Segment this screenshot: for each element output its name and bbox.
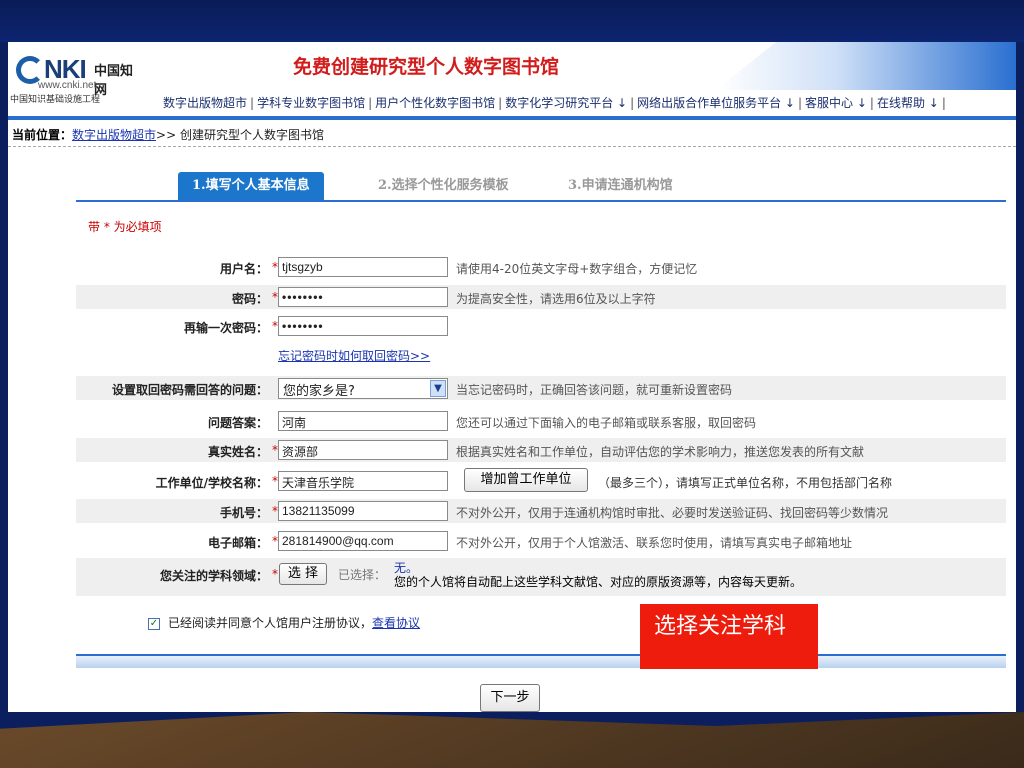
nav-item-learning-platform[interactable]: 数字化学习研究平台 ↓ bbox=[502, 96, 630, 110]
row-password: 密码： * •••••••• 为提高安全性，请选用6位及以上字符 bbox=[76, 285, 1006, 309]
forgot-password-link[interactable]: 忘记密码时如何取回密码>> bbox=[278, 347, 430, 364]
step-tabs: 1.填写个人基本信息 2.选择个性化服务模板 3.申请连通机构馆 bbox=[76, 172, 1006, 202]
username-label: 用户名： bbox=[219, 262, 268, 276]
row-phone: 手机号： * 13821135099 不对外公开，仅用于连通机构馆时审批、必要时… bbox=[76, 499, 1006, 523]
password-hint: 为提高安全性，请选用6位及以上字符 bbox=[456, 292, 656, 306]
phone-input[interactable]: 13821135099 bbox=[278, 501, 448, 521]
next-button[interactable]: 下一步 bbox=[480, 684, 540, 712]
slide-background-bottom bbox=[0, 712, 1024, 768]
organization-input[interactable]: 天津音乐学院 bbox=[278, 471, 448, 491]
answer-hint: 您还可以通过下面输入的电子邮箱或联系客服，取回密码 bbox=[456, 416, 757, 430]
nav-item-subject-library[interactable]: 学科专业数字图书馆 bbox=[254, 96, 368, 110]
answer-label: 问题答案： bbox=[207, 416, 268, 430]
phone-hint: 不对外公开，仅用于连通机构馆时审批、必要时发送验证码、找回密码等少数情况 bbox=[456, 506, 889, 520]
organization-label: 工作单位/学校名称： bbox=[155, 476, 268, 490]
nav-item-help[interactable]: 在线帮助 ↓ bbox=[874, 96, 942, 110]
question-selected: 您的家乡是? bbox=[283, 384, 355, 399]
form-footer-bar bbox=[76, 654, 1006, 668]
row-realname: 真实姓名： * 资源部 根据真实姓名和工作单位，自动评估您的学术影响力，推送您发… bbox=[76, 438, 1006, 462]
header-swoosh bbox=[716, 42, 1016, 90]
question-label: 设置取回密码需回答的问题： bbox=[111, 383, 268, 397]
top-nav: 数字出版物超市 | 学科专业数字图书馆 | 用户个性化数字图书馆 | 数字化学习研究平台 ↓… bbox=[160, 94, 946, 111]
page-title: 免费创建研究型个人数字图书馆 bbox=[293, 56, 560, 78]
tab-step-1[interactable]: 1.填写个人基本信息 bbox=[178, 172, 324, 200]
screenshot-window: NKI 中国知网 www.cnki.net 中国知识基础设施工程 免费创建研究型… bbox=[8, 42, 1016, 712]
password-confirm-input[interactable]: •••••••• bbox=[278, 316, 448, 336]
row-username: 用户名： * tjtsgzyb 请使用4-20位英文字母+数字组合，方便记忆 bbox=[76, 255, 1006, 279]
cnki-logo[interactable]: NKI 中国知网 www.cnki.net 中国知识基础设施工程 bbox=[10, 54, 134, 105]
selected-label: 已选择： bbox=[338, 568, 387, 582]
row-forgot: 忘记密码时如何取回密码>> bbox=[76, 342, 1006, 366]
annotation-callout: 选择关注学科 bbox=[640, 604, 818, 669]
nav-item-service-center[interactable]: 客服中心 ↓ bbox=[802, 96, 870, 110]
email-label: 电子邮箱： bbox=[207, 536, 268, 550]
row-organization: 工作单位/学校名称： * 天津音乐学院 增加曾工作单位 （最多三个），请填写正式… bbox=[76, 468, 1006, 493]
question-hint: 当忘记密码时，正确回答该问题，就可重新设置密码 bbox=[456, 383, 733, 397]
divider bbox=[8, 146, 1016, 147]
nav-underline bbox=[8, 116, 1016, 120]
page-header: NKI 中国知网 www.cnki.net 中国知识基础设施工程 免费创建研究型… bbox=[8, 42, 1016, 122]
organization-hint: （最多三个），请填写正式单位名称，不用包括部门名称 bbox=[598, 476, 893, 490]
agreement-text: 已经阅读并同意个人馆用户注册协议， bbox=[168, 616, 373, 630]
username-input[interactable]: tjtsgzyb bbox=[278, 257, 448, 277]
password-confirm-label: 再输一次密码： bbox=[183, 321, 268, 335]
realname-label: 真实姓名： bbox=[207, 445, 268, 459]
row-subject: 您关注的学科领域： * 选 择 已选择： 无。 您的个人馆将自动配上这些学科文献… bbox=[76, 558, 1006, 596]
agreement: ✓ 已经阅读并同意个人馆用户注册协议，查看协议 bbox=[148, 614, 420, 631]
nav-item-partner-platform[interactable]: 网络出版合作单位服务平台 ↓ bbox=[634, 96, 798, 110]
answer-input[interactable]: 河南 bbox=[278, 411, 448, 431]
tab-step-2[interactable]: 2.选择个性化服务模板 bbox=[378, 172, 509, 200]
row-email: 电子邮箱： * 281814900@qq.com 不对外公开，仅用于个人馆激活、… bbox=[76, 529, 1006, 553]
logo-url: www.cnki.net bbox=[38, 80, 97, 91]
chevron-down-icon[interactable]: ▼ bbox=[430, 380, 446, 397]
row-password-confirm: 再输一次密码： * •••••••• bbox=[76, 314, 1006, 338]
required-star: * bbox=[272, 567, 278, 581]
nav-item-digital-market[interactable]: 数字出版物超市 bbox=[160, 96, 250, 110]
email-input[interactable]: 281814900@qq.com bbox=[278, 531, 448, 551]
select-subject-button[interactable]: 选 择 bbox=[279, 563, 327, 585]
realname-input[interactable]: 资源部 bbox=[278, 440, 448, 460]
view-agreement-link[interactable]: 查看协议 bbox=[372, 616, 420, 630]
question-select[interactable]: 您的家乡是? ▼ bbox=[278, 378, 448, 399]
breadcrumb-link[interactable]: 数字出版物超市 bbox=[72, 128, 156, 142]
logo-sub: 中国知识基础设施工程 bbox=[10, 95, 101, 105]
add-organization-button[interactable]: 增加曾工作单位 bbox=[464, 468, 588, 492]
username-hint: 请使用4-20位英文字母+数字组合，方便记忆 bbox=[456, 262, 698, 276]
subject-hint: 您的个人馆将自动配上这些学科文献馆、对应的原版资源等，内容每天更新。 bbox=[394, 575, 803, 589]
breadcrumb-label: 当前位置： bbox=[12, 128, 73, 142]
breadcrumb-current: >> 创建研究型个人数字图书馆 bbox=[156, 128, 324, 142]
required-note: 带 * 为必填项 bbox=[88, 220, 162, 234]
row-answer: 问题答案： 河南 您还可以通过下面输入的电子邮箱或联系客服，取回密码 bbox=[76, 409, 1006, 433]
email-hint: 不对外公开，仅用于个人馆激活、联系您时使用，请填写真实电子邮箱地址 bbox=[456, 536, 853, 550]
password-input[interactable]: •••••••• bbox=[278, 287, 448, 307]
realname-hint: 根据真实姓名和工作单位，自动评估您的学术影响力，推送您发表的所有文献 bbox=[456, 445, 865, 459]
breadcrumb: 当前位置：数字出版物超市>> 创建研究型个人数字图书馆 bbox=[12, 126, 324, 143]
tab-step-3[interactable]: 3.申请连通机构馆 bbox=[568, 172, 673, 200]
phone-label: 手机号： bbox=[219, 506, 268, 520]
nav-item-personal-library[interactable]: 用户个性化数字图书馆 bbox=[372, 96, 498, 110]
subject-label: 您关注的学科领域： bbox=[159, 569, 268, 583]
password-label: 密码： bbox=[231, 292, 268, 306]
row-question: 设置取回密码需回答的问题： 您的家乡是? ▼ 当忘记密码时，正确回答该问题，就可… bbox=[76, 376, 1006, 400]
slide-background-top bbox=[0, 0, 1024, 42]
agree-checkbox[interactable]: ✓ bbox=[148, 617, 160, 630]
